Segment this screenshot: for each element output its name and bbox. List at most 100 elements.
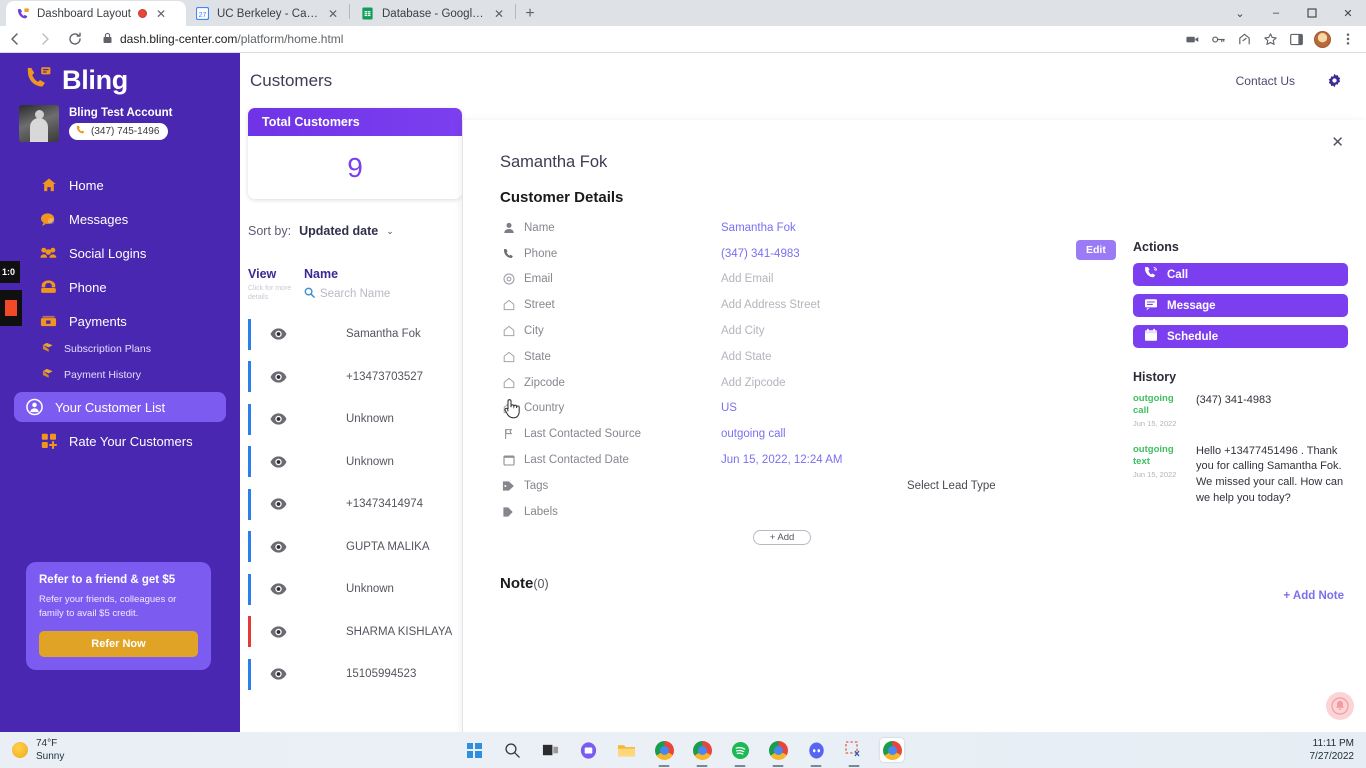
sidebar-item-phone[interactable]: Phone: [14, 272, 226, 302]
history-item[interactable]: outgoing call Jun 15, 2022 (347) 341-4983: [1133, 393, 1348, 428]
contact-us-link[interactable]: Contact Us: [1236, 74, 1295, 88]
new-tab-button[interactable]: +: [517, 1, 543, 26]
table-row[interactable]: Unknown: [248, 568, 470, 611]
file-explorer-icon[interactable]: [614, 738, 638, 762]
reload-icon[interactable]: [60, 26, 90, 53]
chrome-icon[interactable]: [766, 738, 790, 762]
total-customers-card: Total Customers 9: [248, 108, 462, 199]
history-item[interactable]: outgoing text Jun 15, 2022 Hello +13477451…: [1133, 444, 1348, 506]
field-value[interactable]: (347) 341-4983: [721, 248, 800, 260]
field-value[interactable]: Add Zipcode: [721, 377, 786, 389]
view-eye-icon[interactable]: [252, 370, 304, 384]
refer-now-button[interactable]: Refer Now: [39, 631, 198, 657]
kebab-menu-icon[interactable]: [1336, 27, 1360, 51]
field-label: Country: [524, 402, 565, 415]
browser-tab-2[interactable]: Database - Google Sheets ✕: [351, 1, 514, 26]
view-eye-icon[interactable]: [252, 327, 304, 341]
address-bar[interactable]: dash.bling-center.com/platform/home.html: [94, 29, 1172, 49]
sidebar-item-social-logins[interactable]: Social Logins: [14, 238, 226, 268]
view-eye-icon[interactable]: [252, 412, 304, 426]
table-row[interactable]: Unknown: [248, 440, 470, 483]
page-title: Customers: [250, 70, 333, 90]
table-row[interactable]: GUPTA MALIKA: [248, 525, 470, 568]
tab-search-chevron-icon[interactable]: ⌄: [1222, 0, 1258, 26]
google-sheets-icon: [361, 6, 375, 21]
sidebar-item-payments[interactable]: Payments: [14, 306, 226, 336]
view-eye-icon[interactable]: [252, 455, 304, 469]
notification-bell-icon[interactable]: [1326, 692, 1354, 720]
view-eye-icon[interactable]: [252, 540, 304, 554]
tab-close-icon[interactable]: ✕: [326, 7, 340, 21]
message-button[interactable]: Message: [1133, 294, 1348, 317]
task-view-icon[interactable]: [538, 738, 562, 762]
field-value[interactable]: Jun 15, 2022, 12:24 AM: [721, 454, 842, 466]
field-value[interactable]: Samantha Fok: [721, 222, 796, 234]
chrome-icon[interactable]: [652, 738, 676, 762]
field-value[interactable]: outgoing call: [721, 428, 786, 440]
sidebar-item-your-customer-list[interactable]: Your Customer List: [14, 392, 226, 422]
sort-by-control[interactable]: Sort by: Updated date ⌄: [248, 224, 470, 238]
bookmark-star-icon[interactable]: [1258, 27, 1282, 51]
gear-icon[interactable]: [1327, 73, 1342, 88]
weather-widget[interactable]: 74°F Sunny: [0, 737, 64, 763]
chrome-icon[interactable]: [690, 738, 714, 762]
sidebar-item-payment-history[interactable]: Payment History: [0, 362, 240, 388]
tab-close-icon[interactable]: ✕: [492, 7, 506, 21]
spotify-icon[interactable]: [728, 738, 752, 762]
customer-name: Unknown: [346, 413, 394, 426]
edit-button[interactable]: Edit: [1076, 240, 1116, 260]
row-status-bar: [248, 403, 251, 435]
field-value[interactable]: US: [721, 402, 737, 414]
cast-icon[interactable]: [1180, 27, 1204, 51]
close-window-button[interactable]: ✕: [1330, 0, 1366, 26]
field-value[interactable]: Add Email: [721, 273, 773, 285]
view-eye-icon[interactable]: [252, 667, 304, 681]
snipping-tool-icon[interactable]: [842, 738, 866, 762]
profile-avatar-icon[interactable]: [1310, 27, 1334, 51]
lead-type-select[interactable]: Select Lead Type: [907, 480, 996, 492]
account-phone-chip[interactable]: (347) 745-1496: [69, 123, 169, 140]
teams-icon[interactable]: [576, 738, 600, 762]
field-value[interactable]: Add City: [721, 325, 764, 337]
field-value[interactable]: Add State: [721, 351, 772, 363]
sidebar-item-home[interactable]: Home: [14, 170, 226, 200]
key-icon[interactable]: [1206, 27, 1230, 51]
sidebar-item-subscription-plans[interactable]: Subscription Plans: [0, 336, 240, 362]
view-eye-icon[interactable]: [252, 497, 304, 511]
table-row[interactable]: 15105994523: [248, 653, 470, 696]
maximize-button[interactable]: [1294, 0, 1330, 26]
table-row[interactable]: Samantha Fok: [248, 313, 470, 356]
home-icon: [502, 325, 515, 337]
table-row[interactable]: Unknown: [248, 398, 470, 441]
sidebar-item-rate-your-customers[interactable]: Rate Your Customers: [14, 426, 226, 456]
table-row[interactable]: SHARMA KISHLAYA: [248, 610, 470, 653]
tab-close-icon[interactable]: ✕: [154, 7, 168, 21]
back-arrow-icon[interactable]: [0, 26, 30, 53]
share-icon[interactable]: [1232, 27, 1256, 51]
close-icon[interactable]: ✕: [1331, 133, 1344, 151]
browser-tab-1[interactable]: 27 UC Berkeley - Calendar - Week o ✕: [186, 1, 348, 26]
brand[interactable]: Bling: [0, 53, 240, 96]
start-windows-icon[interactable]: [462, 738, 486, 762]
add-label-button[interactable]: + Add: [753, 529, 811, 545]
discord-icon[interactable]: [804, 738, 828, 762]
minimize-button[interactable]: –: [1258, 0, 1294, 26]
sidepanel-icon[interactable]: [1284, 27, 1308, 51]
view-eye-icon[interactable]: [252, 582, 304, 596]
add-note-link[interactable]: + Add Note: [1283, 590, 1344, 602]
browser-tab-0[interactable]: Dashboard Layout ✕: [6, 1, 186, 26]
view-eye-icon[interactable]: [252, 625, 304, 639]
taskbar-clock[interactable]: 11:11 PM 7/27/2022: [1310, 737, 1355, 764]
field-value[interactable]: Add Address Street: [721, 299, 820, 311]
search-name-input[interactable]: Search Name: [304, 287, 390, 301]
table-row[interactable]: +13473703527: [248, 355, 470, 398]
search-icon[interactable]: [500, 738, 524, 762]
stop-recording-icon[interactable]: [0, 290, 22, 326]
account-block[interactable]: Bling Test Account (347) 745-1496: [0, 96, 240, 142]
sidebar-item-messages[interactable]: Messages: [14, 204, 226, 234]
table-row[interactable]: +13473414974: [248, 483, 470, 526]
schedule-button[interactable]: Schedule: [1133, 325, 1348, 348]
chrome-icon[interactable]: [880, 738, 904, 762]
chevron-down-icon[interactable]: ⌄: [386, 226, 394, 237]
call-button[interactable]: Call: [1133, 263, 1348, 286]
